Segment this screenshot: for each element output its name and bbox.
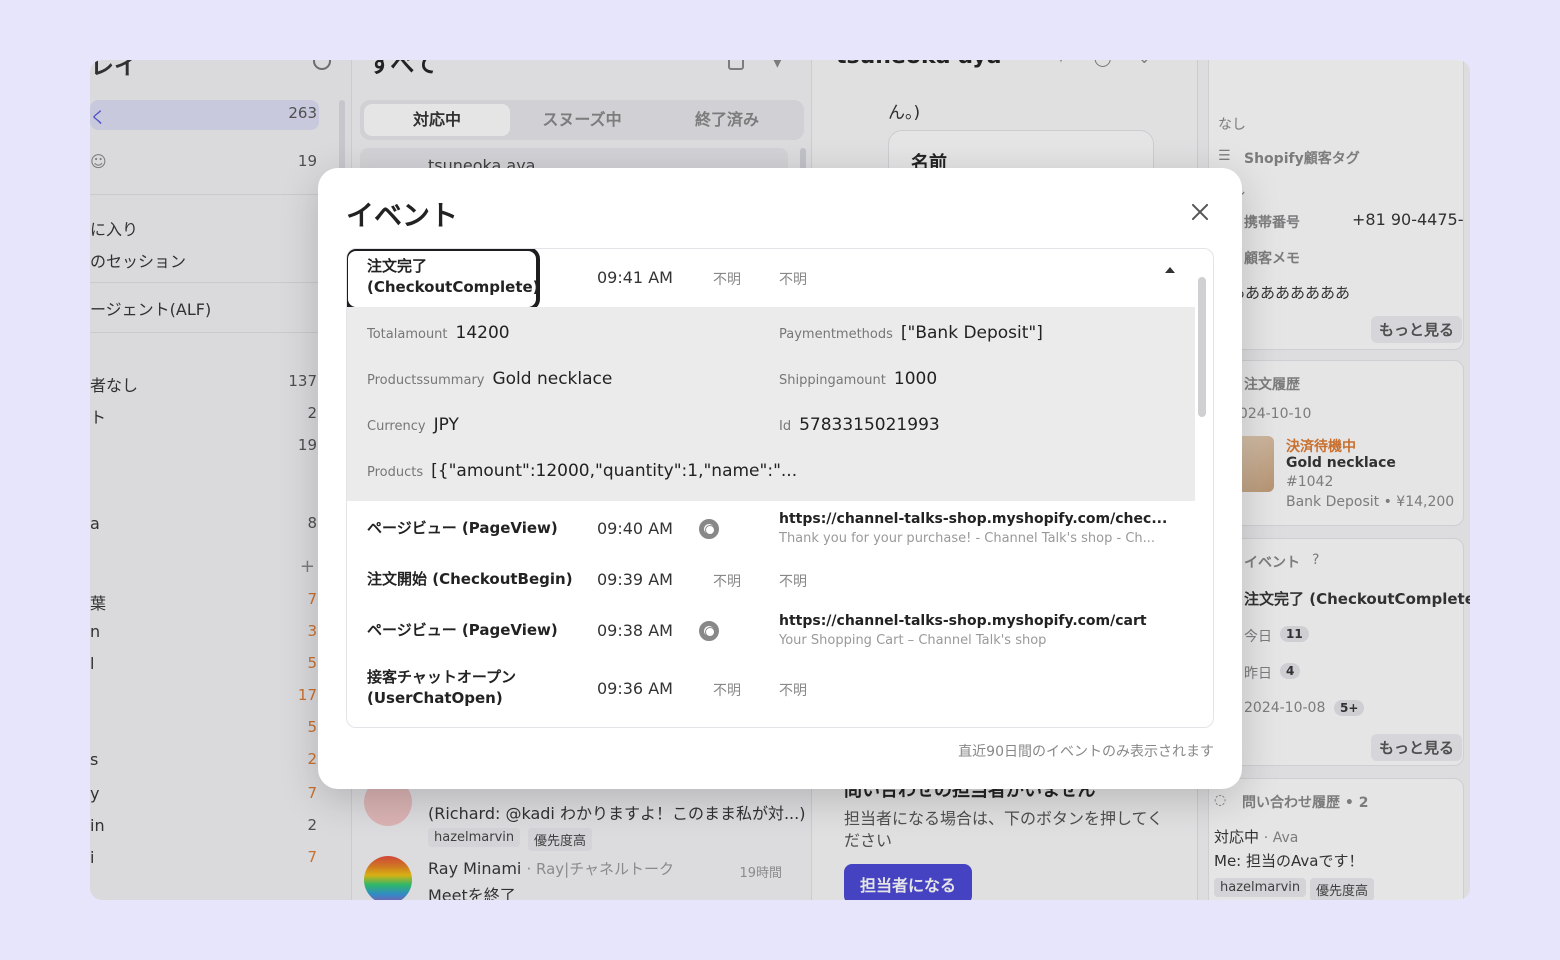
event-row[interactable]: 接客チャットオープン (UserChatOpen) 09:36 AM 不明 不明 (347, 657, 1195, 721)
close-icon[interactable] (1186, 198, 1214, 226)
modal-title: イベント (346, 199, 459, 232)
footnote: 直近90日間のイベントのみ表示されます (958, 744, 1214, 760)
collapse-icon[interactable] (1165, 267, 1175, 273)
events-modal: イベント 注文完了 (CheckoutComplete) 09:41 AM 不明… (318, 168, 1242, 789)
event-properties: Totalamount 14200 Paymentmethods ["Bank De… (347, 307, 1195, 501)
chrome-icon (699, 621, 719, 641)
event-table: 注文完了 (CheckoutComplete) 09:41 AM 不明 不明 T… (346, 248, 1214, 728)
event-row[interactable]: ページビュー (PageView) 09:38 AM https://chann… (347, 603, 1195, 657)
event-row[interactable]: ページビュー (PageView) 09:40 AM https://chann… (347, 501, 1195, 555)
event-row-expanded[interactable]: 注文完了 (CheckoutComplete) 09:41 AM 不明 不明 (347, 249, 1195, 311)
event-row[interactable]: 注文開始 (CheckoutBegin) 09:39 AM 不明 不明 (347, 555, 1195, 603)
chrome-icon (699, 519, 719, 539)
event-table-scrollbar[interactable] (1198, 277, 1206, 417)
